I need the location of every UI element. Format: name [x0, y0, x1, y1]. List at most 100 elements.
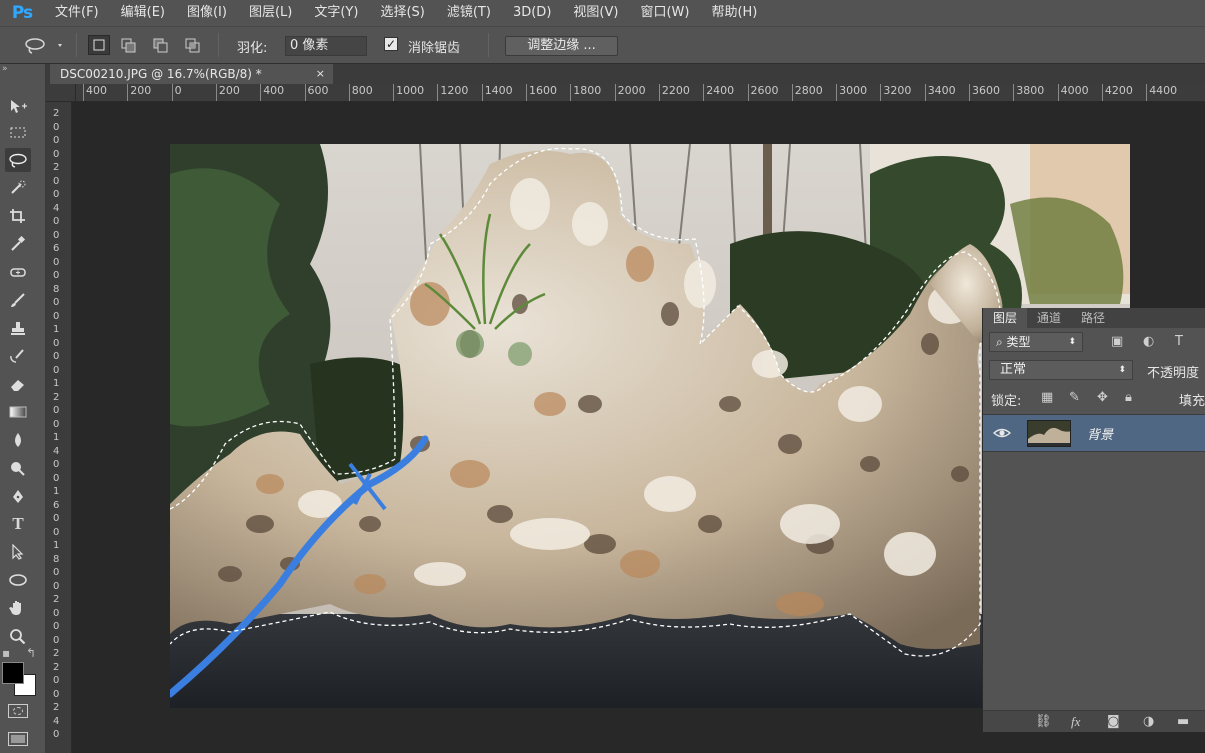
intersect-selection-button[interactable]	[182, 35, 204, 55]
ruler-tick-label: 0	[53, 405, 60, 416]
menu-bar: Ps 文件(F) 编辑(E) 图像(I) 图层(L) 文字(Y) 选择(S) 滤…	[0, 0, 1205, 26]
foreground-color-swatch[interactable]	[2, 662, 24, 684]
add-mask-icon[interactable]: ◙	[1107, 714, 1120, 729]
pen-tool-icon[interactable]	[5, 484, 31, 508]
lock-image-icon[interactable]: ✎	[1069, 390, 1080, 405]
ruler-tick-label: 0	[53, 216, 60, 227]
ruler-tick-label: 1400	[481, 84, 513, 101]
document-tab-title: DSC00210.JPG @ 16.7%(RGB/8) *	[60, 67, 262, 81]
healing-brush-tool-icon[interactable]	[5, 260, 31, 284]
gradient-tool-icon[interactable]	[5, 400, 31, 424]
ruler-tick-label: 3000	[836, 84, 868, 101]
menu-select[interactable]: 选择(S)	[369, 0, 435, 26]
document-tab[interactable]: DSC00210.JPG @ 16.7%(RGB/8) * ×	[50, 64, 333, 84]
ruler-tick-label: 0	[53, 607, 60, 619]
ruler-tick-label: 0	[171, 84, 182, 101]
zoom-tool-icon[interactable]	[5, 624, 31, 648]
menu-layer[interactable]: 图层(L)	[238, 0, 303, 26]
layer-filter-value: 类型	[1006, 335, 1031, 349]
new-group-icon[interactable]: ▬	[1177, 714, 1189, 729]
menu-edit[interactable]: 编辑(E)	[110, 0, 176, 26]
ruler-tick-label: 8	[53, 553, 60, 565]
ruler-tick-label: 4	[53, 445, 60, 457]
marquee-tool-icon[interactable]	[5, 120, 31, 144]
feather-label: 羽化:	[237, 41, 268, 56]
menu-view[interactable]: 视图(V)	[562, 0, 629, 26]
menu-type[interactable]: 文字(Y)	[303, 0, 369, 26]
blend-mode-select[interactable]: 正常 ⬍	[989, 360, 1133, 380]
menu-window[interactable]: 窗口(W)	[629, 0, 700, 26]
ruler-tick-label: 1	[53, 378, 60, 389]
layers-panel-tabs: 图层 通道 路径	[983, 308, 1205, 328]
swap-colors-icon[interactable]: ↰	[26, 646, 36, 660]
ruler-tick-label: 0	[53, 297, 60, 308]
document-tab-strip: DSC00210.JPG @ 16.7%(RGB/8) * ×	[46, 64, 1205, 84]
ruler-tick-label: 1600	[526, 84, 557, 101]
ruler-tick-label: 0	[53, 148, 60, 160]
visibility-eye-icon[interactable]	[992, 425, 1012, 441]
vertical-ruler[interactable]: 2 0 0 0 2 0 0 4 0 0 6 0 0 8 0 0 1 0 0 0 1 2 0 0 1 4 0 0 1 6 0 0 1 8 0 0 2 0 0 0…	[46, 102, 72, 753]
clone-stamp-tool-icon[interactable]	[5, 316, 31, 340]
close-tab-icon[interactable]: ×	[316, 64, 325, 84]
antialias-label: 消除锯齿	[408, 41, 461, 56]
move-tool-icon[interactable]	[5, 94, 31, 118]
antialias-checkbox[interactable]: ✓	[384, 37, 398, 51]
menu-filter[interactable]: 滤镜(T)	[436, 0, 502, 26]
separator	[218, 33, 219, 57]
path-selection-tool-icon[interactable]	[5, 540, 31, 564]
history-brush-tool-icon[interactable]	[5, 344, 31, 368]
layer-name[interactable]: 背景	[1087, 424, 1113, 443]
filter-adjustment-icon[interactable]: ◐	[1143, 334, 1154, 349]
eyedropper-tool-icon[interactable]	[5, 232, 31, 256]
menu-image[interactable]: 图像(I)	[176, 0, 238, 26]
tab-channels[interactable]: 通道	[1027, 308, 1071, 328]
lock-all-icon[interactable]: 🔒︎	[1125, 390, 1132, 405]
add-selection-button[interactable]	[118, 35, 140, 55]
refine-edge-button[interactable]: 调整边缘 ...	[505, 36, 618, 56]
type-tool-icon[interactable]: T	[5, 512, 31, 536]
lasso-tool-icon[interactable]	[5, 148, 31, 172]
layer-filter-select[interactable]: ⌕ 类型 ⬍	[989, 332, 1083, 352]
lock-transparency-icon[interactable]: ▦	[1041, 390, 1053, 405]
fill-label: 填充	[1179, 394, 1205, 409]
ruler-tick-label: 0	[53, 337, 60, 349]
ruler-tick-label: 0	[53, 526, 60, 538]
menu-file[interactable]: 文件(F)	[44, 0, 110, 26]
filter-type-icon[interactable]: T	[1175, 334, 1183, 349]
subtract-selection-button[interactable]	[150, 35, 172, 55]
ruler-tick-label: 2	[53, 661, 60, 673]
menu-3d[interactable]: 3D(D)	[502, 0, 562, 26]
lasso-preset-icon[interactable]	[22, 35, 66, 57]
lock-position-icon[interactable]: ✥	[1097, 390, 1108, 405]
dodge-tool-icon[interactable]	[5, 456, 31, 480]
filter-pixel-icon[interactable]: ▣	[1111, 334, 1123, 349]
blend-mode-value: 正常	[1000, 362, 1027, 377]
ruler-tick-label: 1	[53, 540, 60, 551]
ruler-tick-label: 4000	[1057, 84, 1089, 101]
new-selection-button[interactable]	[88, 35, 110, 55]
shape-tool-icon[interactable]	[5, 568, 31, 592]
default-colors-icon[interactable]: ▪	[2, 646, 10, 660]
tab-paths[interactable]: 路径	[1071, 308, 1115, 328]
tab-layers[interactable]: 图层	[983, 308, 1028, 328]
ruler-tick-label: 1	[53, 324, 60, 335]
link-layers-icon[interactable]: ⛓	[1035, 714, 1052, 729]
horizontal-ruler[interactable]: 400 200 0 200 400 600 800 1000 1200 1400 1600 1800 2…	[76, 84, 1205, 102]
layer-row-background[interactable]: 背景	[983, 414, 1205, 452]
fx-icon[interactable]: fx	[1071, 714, 1080, 730]
brush-tool-icon[interactable]	[5, 288, 31, 312]
eraser-tool-icon[interactable]	[5, 372, 31, 396]
quick-mask-icon[interactable]	[8, 704, 28, 718]
collapse-icon[interactable]: »	[2, 64, 8, 74]
menu-help[interactable]: 帮助(H)	[700, 0, 768, 26]
crop-tool-icon[interactable]	[5, 204, 31, 228]
hand-tool-icon[interactable]	[5, 596, 31, 620]
feather-input[interactable]: 0 像素	[285, 36, 367, 56]
adjustment-layer-icon[interactable]: ◑	[1143, 714, 1154, 729]
quick-selection-tool-icon[interactable]	[5, 176, 31, 200]
screen-mode-icon[interactable]	[8, 732, 28, 746]
ruler-tick-label: 0	[53, 189, 60, 200]
ruler-tick-label: 0	[53, 688, 60, 700]
blur-tool-icon[interactable]	[5, 428, 31, 452]
ruler-origin[interactable]	[46, 84, 76, 102]
